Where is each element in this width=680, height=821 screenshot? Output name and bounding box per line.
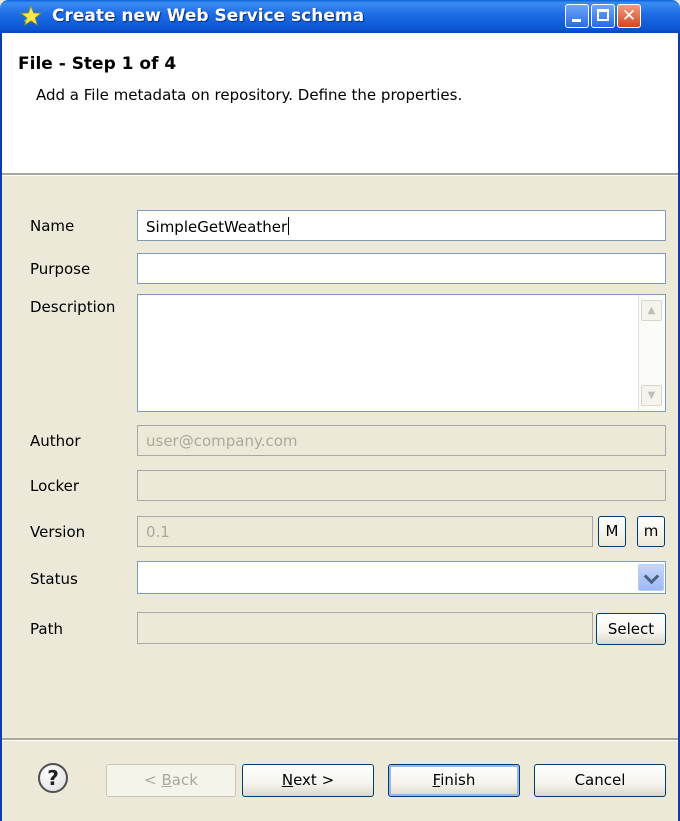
text-cursor [288, 217, 290, 235]
back-label: ack [171, 771, 198, 789]
description-scrollbar[interactable]: ▲ ▼ [638, 295, 665, 411]
star-wizard-icon [20, 5, 42, 26]
back-prefix: < [144, 771, 162, 789]
name-label: Name [30, 217, 75, 235]
scroll-down-icon[interactable]: ▼ [641, 385, 662, 406]
description-textarea[interactable]: ▲ ▼ [137, 294, 666, 412]
window-title: Create new Web Service schema [52, 6, 365, 26]
finish-button[interactable]: Finish [388, 764, 520, 797]
minor-version-button[interactable]: m [637, 516, 665, 547]
purpose-input[interactable] [137, 253, 666, 284]
maximize-icon [597, 9, 609, 21]
name-input[interactable]: SimpleGetWeather [137, 210, 666, 241]
cancel-button[interactable]: Cancel [534, 764, 666, 797]
locker-field [137, 470, 666, 501]
close-button[interactable]: ✕ [617, 4, 641, 28]
minimize-icon [572, 19, 581, 22]
major-version-button[interactable]: M [598, 516, 626, 547]
title-bar[interactable]: Create new Web Service schema ✕ [0, 0, 680, 33]
status-select[interactable] [137, 561, 666, 594]
version-field: 0.1 [137, 516, 593, 547]
status-dropdown-button[interactable] [638, 564, 664, 591]
footer-divider [2, 738, 678, 741]
help-icon[interactable]: ? [38, 763, 68, 793]
author-label: Author [30, 432, 81, 450]
next-button[interactable]: Next > [242, 764, 374, 797]
minimize-button[interactable] [565, 4, 589, 28]
step-title: File - Step 1 of 4 [18, 54, 177, 74]
close-icon: ✕ [621, 6, 637, 26]
author-field: user@company.com [137, 425, 666, 456]
step-description: Add a File metadata on repository. Defin… [36, 86, 463, 104]
maximize-button[interactable] [591, 4, 615, 28]
status-label: Status [30, 570, 78, 588]
select-path-button[interactable]: Select [596, 613, 666, 645]
scroll-up-icon[interactable]: ▲ [641, 300, 662, 321]
next-mnemonic: N [281, 771, 294, 789]
path-field [137, 612, 593, 644]
locker-label: Locker [30, 477, 80, 495]
description-label: Description [30, 298, 116, 316]
chevron-down-icon [643, 568, 660, 585]
header-divider [2, 173, 678, 176]
finish-label: inish [440, 771, 476, 789]
back-button: < Back [106, 764, 236, 797]
path-label: Path [30, 620, 63, 638]
version-label: Version [30, 523, 86, 541]
next-label: ext > [293, 771, 335, 789]
name-value: SimpleGetWeather [146, 218, 288, 236]
back-mnemonic: B [161, 771, 172, 789]
purpose-label: Purpose [30, 260, 91, 278]
